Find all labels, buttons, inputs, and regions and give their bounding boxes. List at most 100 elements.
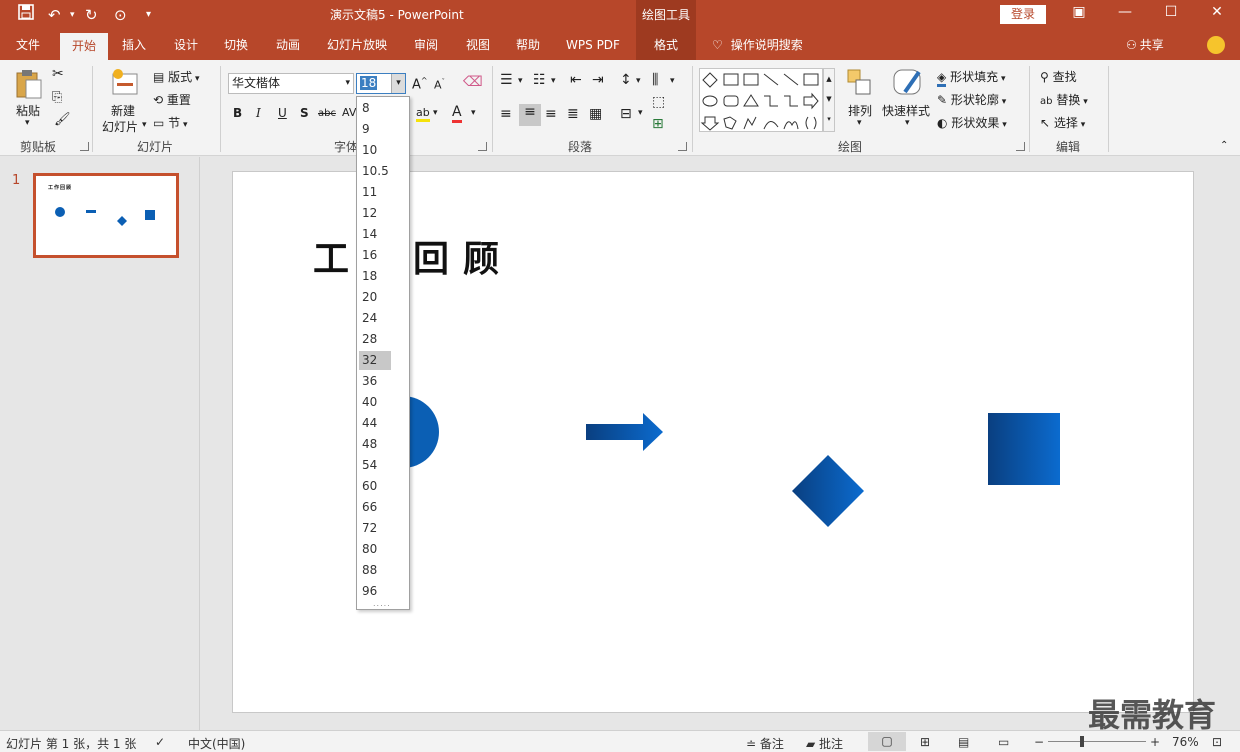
tab-help[interactable]: 帮助: [508, 30, 548, 60]
font-dialog-launcher[interactable]: [478, 142, 487, 151]
customize-qat-icon[interactable]: ▾: [146, 4, 151, 26]
font-size-option[interactable]: 11: [359, 183, 391, 202]
resize-grip-icon[interactable]: .....: [373, 599, 391, 608]
font-size-option[interactable]: 18: [359, 267, 391, 286]
paste-label[interactable]: 粘贴: [16, 102, 40, 119]
shape-effects-button[interactable]: ◐ 形状效果 ▾: [937, 114, 1007, 131]
font-size-option[interactable]: 12: [359, 204, 391, 223]
new-slide-dropdown-icon[interactable]: ▾: [142, 120, 147, 130]
tab-home[interactable]: 开始: [60, 33, 108, 60]
layout-button[interactable]: ▤ 版式 ▾: [153, 68, 200, 85]
zoom-slider-thumb[interactable]: [1080, 736, 1084, 747]
highlight-dropdown-icon[interactable]: ▾: [433, 108, 438, 118]
font-size-dropdown-icon[interactable]: ▾: [391, 74, 405, 93]
clipboard-dialog-launcher[interactable]: [80, 142, 89, 151]
bullets-dropdown-icon[interactable]: ▾: [518, 76, 523, 86]
reading-view-icon[interactable]: ▤: [958, 735, 969, 749]
tab-slideshow[interactable]: 幻灯片放映: [322, 30, 392, 60]
format-painter-icon[interactable]: 🖌: [54, 112, 71, 127]
font-size-dropdown-list[interactable]: 8 9 10 10.5 11 12 14 16 18 20 24 28 32 36 40 44 48 54 60 66…: [356, 96, 410, 610]
font-size-option[interactable]: 40: [359, 393, 391, 412]
spelling-check-icon[interactable]: ✓: [155, 735, 165, 749]
drawing-dialog-launcher[interactable]: [1016, 142, 1025, 151]
slideshow-view-icon[interactable]: ▭: [998, 735, 1009, 749]
paragraph-dialog-launcher[interactable]: [678, 142, 687, 151]
language-indicator[interactable]: 中文(中国): [188, 735, 245, 752]
font-size-combobox[interactable]: 18 ▾: [356, 73, 406, 94]
tab-animations[interactable]: 动画: [268, 30, 308, 60]
tab-wps-pdf[interactable]: WPS PDF: [560, 30, 626, 60]
highlight-icon[interactable]: ab: [416, 106, 430, 122]
convert-smartart-icon[interactable]: ⊞: [652, 116, 664, 132]
font-size-option[interactable]: 10.5: [359, 162, 391, 181]
strikethrough-icon[interactable]: abc: [318, 108, 336, 119]
font-name-dropdown-icon[interactable]: ▾: [345, 74, 350, 93]
font-size-option[interactable]: 72: [359, 519, 391, 538]
font-size-option[interactable]: 9: [359, 120, 391, 139]
font-color-dropdown-icon[interactable]: ▾: [471, 108, 476, 118]
new-slide-icon[interactable]: [110, 68, 140, 98]
font-size-option[interactable]: 60: [359, 477, 391, 496]
notes-button[interactable]: ≐ 备注: [746, 735, 784, 752]
font-size-option[interactable]: 28: [359, 330, 391, 349]
shape-fill-button[interactable]: ◈ 形状填充 ▾: [937, 68, 1005, 87]
tab-file[interactable]: 文件: [6, 30, 50, 60]
font-size-option[interactable]: 32: [359, 351, 391, 370]
bullets-icon[interactable]: ☰: [500, 72, 513, 88]
zoom-slider[interactable]: [1048, 736, 1146, 747]
quick-styles-icon[interactable]: [891, 66, 925, 100]
tab-insert[interactable]: 插入: [114, 30, 154, 60]
fit-to-window-icon[interactable]: ⊡: [1212, 735, 1222, 749]
find-button[interactable]: ⚲ 查找: [1040, 68, 1077, 85]
align-center-icon[interactable]: ≡: [519, 104, 541, 126]
paste-dropdown-icon[interactable]: ▾: [25, 118, 30, 128]
minimize-icon[interactable]: —: [1110, 4, 1140, 20]
line-spacing-dropdown-icon[interactable]: ▾: [636, 76, 641, 86]
slide-sorter-icon[interactable]: ⊞: [920, 735, 930, 749]
gallery-more-icon[interactable]: ▾: [824, 109, 834, 129]
columns-icon[interactable]: ⫼: [652, 72, 658, 88]
tab-review[interactable]: 审阅: [406, 30, 446, 60]
clear-formatting-icon[interactable]: ⌫: [463, 74, 483, 90]
font-size-option[interactable]: 16: [359, 246, 391, 265]
justify-icon[interactable]: ≣: [567, 106, 579, 122]
feedback-smiley-icon[interactable]: [1207, 36, 1225, 54]
italic-icon[interactable]: I: [256, 106, 261, 120]
font-size-option[interactable]: 14: [359, 225, 391, 244]
zoom-level[interactable]: 76%: [1172, 735, 1199, 749]
line-spacing-icon[interactable]: ↕: [620, 72, 632, 88]
increase-font-size-icon[interactable]: A^: [412, 76, 428, 92]
font-size-option[interactable]: 66: [359, 498, 391, 517]
section-button[interactable]: ▭ 节 ▾: [153, 114, 188, 131]
close-icon[interactable]: ✕: [1202, 4, 1232, 20]
shapes-gallery[interactable]: [699, 68, 823, 132]
underline-icon[interactable]: U: [278, 106, 287, 120]
text-direction-icon[interactable]: ⬚: [652, 94, 665, 110]
arrange-dropdown-icon[interactable]: ▾: [857, 118, 862, 128]
bold-icon[interactable]: B: [233, 106, 242, 120]
gallery-scroll-up-icon[interactable]: ▲: [824, 69, 834, 89]
increase-indent-icon[interactable]: ⇥: [592, 72, 604, 88]
normal-view-icon[interactable]: ▢: [868, 732, 906, 751]
font-size-option[interactable]: 54: [359, 456, 391, 475]
font-size-option[interactable]: 48: [359, 435, 391, 454]
paste-icon[interactable]: [14, 68, 44, 100]
arrange-icon[interactable]: [846, 68, 874, 98]
distributed-icon[interactable]: ▦: [589, 106, 602, 122]
reset-button[interactable]: ⟲ 重置: [153, 91, 191, 108]
shapes-gallery-scrollbar[interactable]: ▲ ▼ ▾: [823, 68, 835, 132]
redo-icon[interactable]: ↻: [85, 4, 98, 26]
numbering-dropdown-icon[interactable]: ▾: [551, 76, 556, 86]
font-size-option[interactable]: 80: [359, 540, 391, 559]
zoom-in-icon[interactable]: +: [1150, 735, 1160, 749]
cut-icon[interactable]: ✂: [52, 66, 64, 82]
undo-icon[interactable]: ↶: [48, 4, 61, 26]
new-slide-label-1[interactable]: 新建: [111, 102, 135, 119]
arrange-label[interactable]: 排列: [848, 102, 872, 119]
columns-dropdown-icon[interactable]: ▾: [670, 76, 675, 86]
save-icon[interactable]: [18, 4, 34, 26]
font-size-option[interactable]: 8: [359, 99, 391, 118]
tab-format[interactable]: 格式: [636, 30, 696, 60]
font-name-combobox[interactable]: 华文楷体 ▾: [228, 73, 354, 94]
new-slide-label-2[interactable]: 幻灯片: [102, 118, 138, 135]
